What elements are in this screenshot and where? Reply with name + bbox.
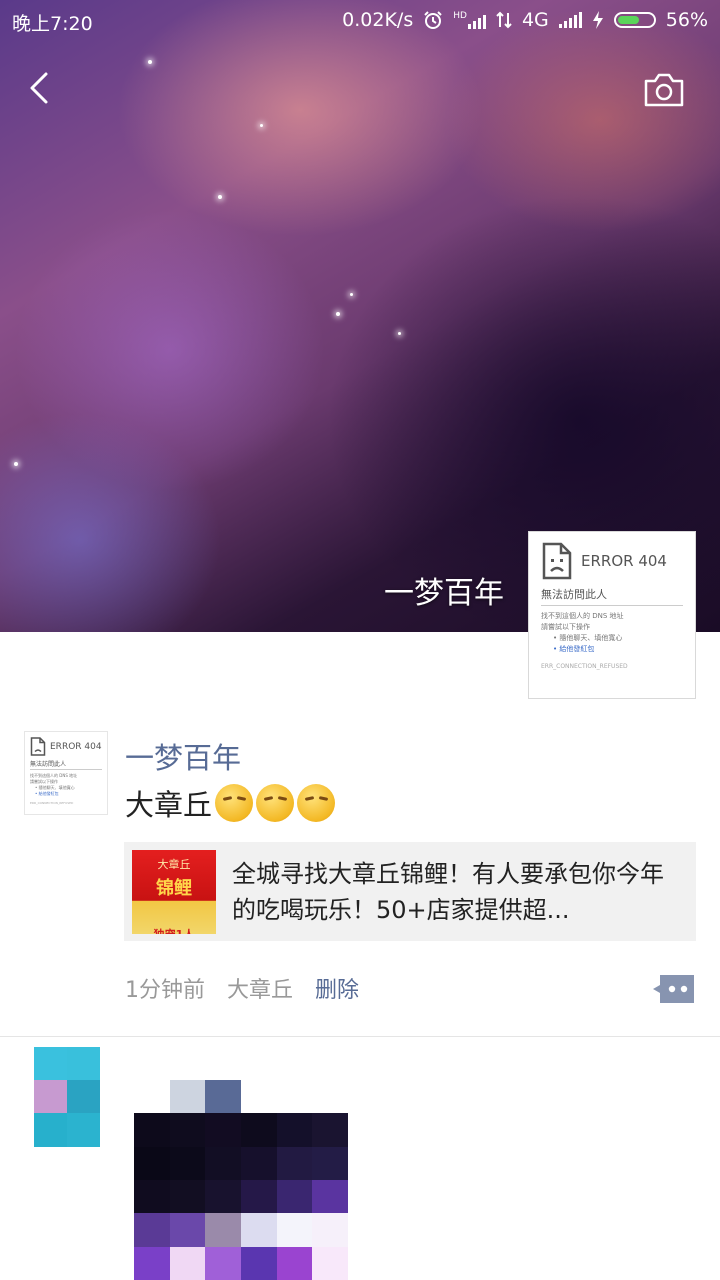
smirk-emoji-icon [215,784,254,822]
error-bullet: 隨他聊天、填他寬心 [559,634,623,642]
network-speed: 0.02K/s [342,9,414,31]
pixelated-avatar[interactable] [34,1047,100,1147]
charging-icon [592,11,603,29]
error-footer: ERR_CONNECTION_REFUSED [30,801,74,805]
post-meta: 1分钟前 大章丘 删除 [125,972,359,1004]
thumb-top-text: 大章丘 [157,858,191,871]
error-line: 找不到這個人的 DNS 地址 [541,612,624,620]
error-page-image: ERROR 404 無法訪問此人 找不到這個人的 DNS 地址 請嘗試以下操作 … [529,532,695,698]
error-code: ERROR 404 [581,552,667,570]
status-bar: 晚上7:20 0.02K/s HD 4G 56% [0,0,720,42]
back-arrow-icon [30,72,48,104]
error-title: 無法訪問此人 [541,586,683,606]
battery-level: 56% [665,9,708,31]
star [218,195,222,199]
alarm-icon [424,11,442,29]
post-divider [0,1036,720,1037]
signal-icon [558,12,582,28]
delete-button[interactable]: 删除 [315,972,359,1004]
star [336,312,340,316]
hd-label: HD [453,11,467,21]
error-bullet: 給他發紅包 [38,791,59,796]
error-bullet: 隨他聊天、填他寬心 [38,785,75,790]
data-transfer-icon [496,11,512,29]
more-comment-icon [653,975,694,1003]
star [260,124,263,127]
smirk-emoji-icon [256,784,295,822]
error-title: 無法訪問此人 [30,759,102,770]
status-time: 晚上7:20 [12,13,93,35]
battery-icon [613,12,656,28]
star [350,293,353,296]
post-avatar[interactable]: ERROR 404 無法訪問此人 找不到這個人的 DNS 地址 請嘗試以下操作 … [24,731,108,815]
star [398,332,401,335]
smirk-emoji-icon [297,784,336,822]
network-type: 4G [521,9,549,31]
broken-page-icon [542,542,572,580]
star [148,60,152,64]
post-author[interactable]: 一梦百年 [125,735,241,777]
error-bullet: 給他發紅包 [559,645,595,653]
thumb-bottom-text: 独宠1人 [132,926,216,934]
share-title: 全城寻找大章丘锦鲤！有人要承包你今年的吃喝玩乐！50+店家提供超... [232,860,664,924]
comment-more-button[interactable] [652,973,696,1005]
thumb-main-text: 锦鲤 [156,878,192,899]
post-location[interactable]: 大章丘 [227,972,293,1004]
camera-icon [644,73,684,107]
shared-link-card[interactable]: 大章丘 锦鲤 独宠1人 全城寻找大章丘锦鲤！有人要承包你今年的吃喝玩乐！50+店… [124,842,696,941]
profile-avatar[interactable]: ERROR 404 無法訪問此人 找不到這個人的 DNS 地址 請嘗試以下操作 … [528,531,696,699]
camera-button[interactable] [642,70,686,110]
error-footer: ERR_CONNECTION_REFUSED [541,663,628,670]
broken-page-icon [30,737,46,756]
error-page-image: ERROR 404 無法訪問此人 找不到這個人的 DNS 地址 請嘗試以下操作 … [25,732,107,814]
post-time: 1分钟前 [125,978,205,1003]
cover-username: 一梦百年 [384,576,504,611]
star [14,462,18,466]
post-content: 大章丘 [125,782,336,824]
post-text: 大章丘 [125,788,213,822]
signal-icon [467,13,486,29]
error-code: ERROR 404 [50,741,102,752]
share-thumbnail: 大章丘 锦鲤 独宠1人 [132,850,216,934]
error-line: 請嘗試以下操作 [541,623,590,631]
back-button[interactable] [22,68,62,108]
pixelated-image[interactable] [134,1080,348,1280]
